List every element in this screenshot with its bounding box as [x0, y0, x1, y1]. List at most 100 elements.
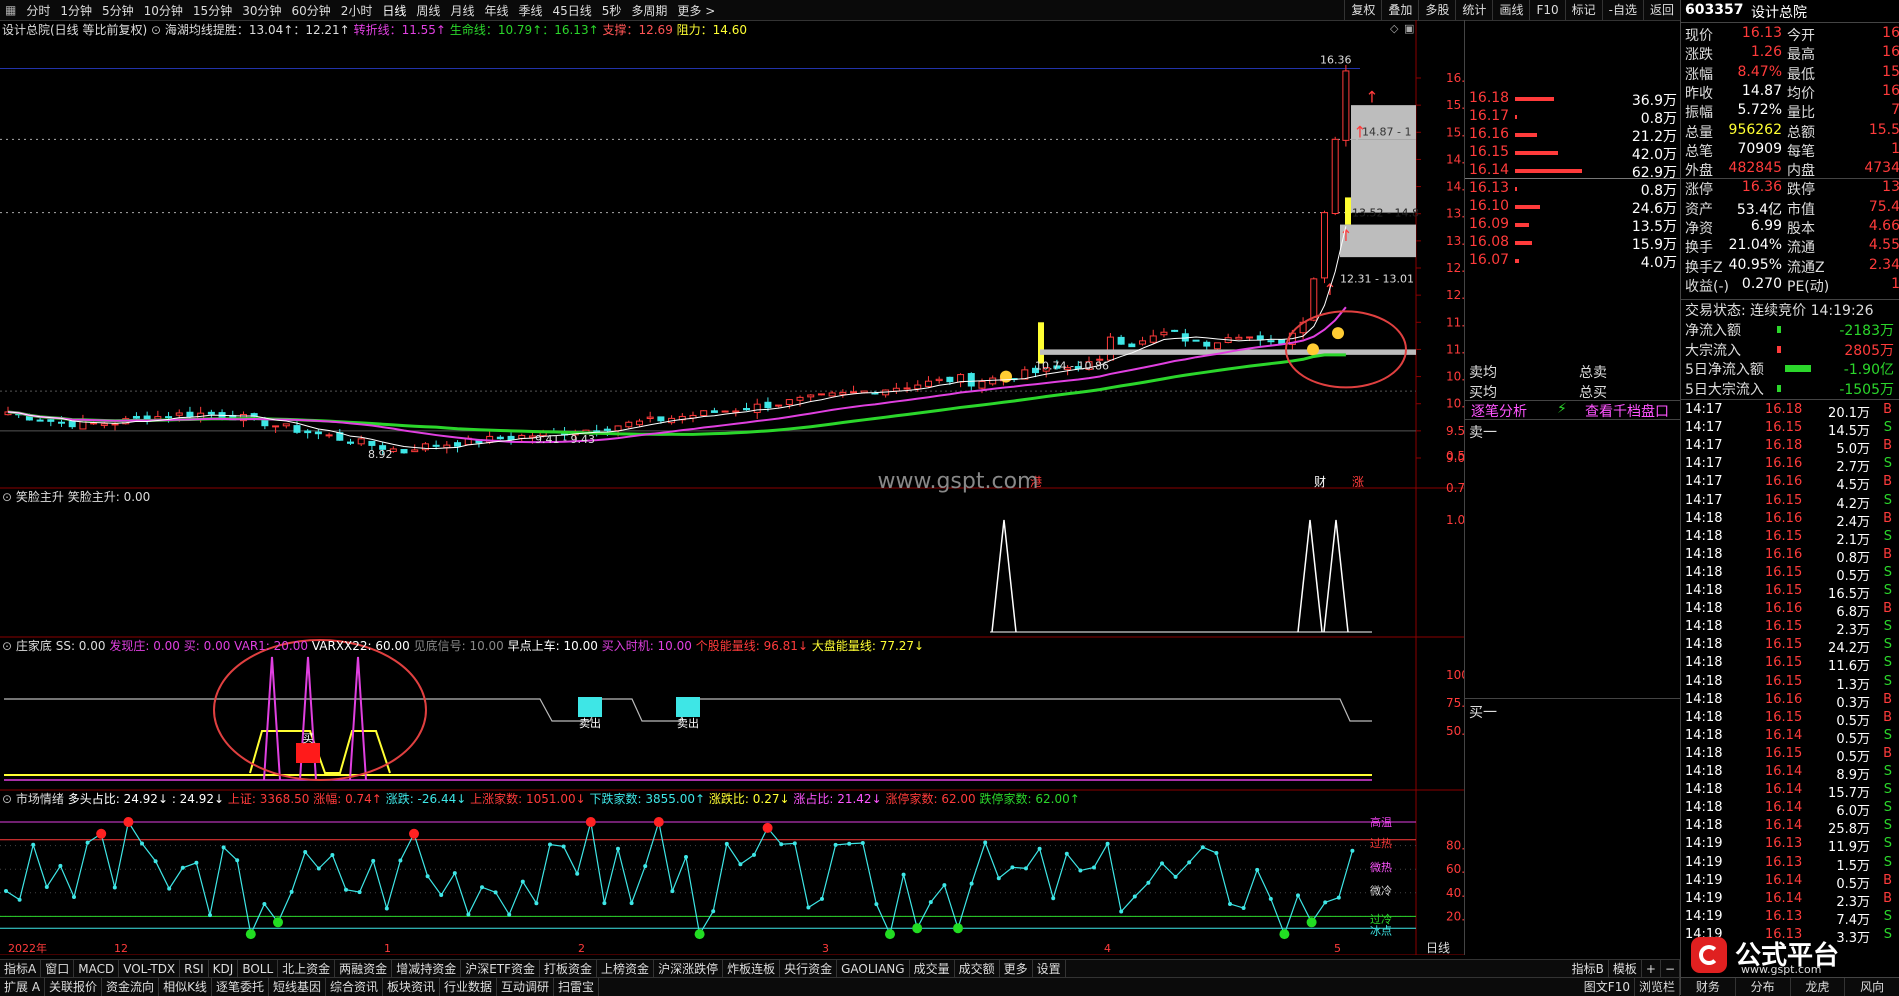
timeframe-16[interactable]: 更多 > — [672, 2, 720, 19]
timeframe-15[interactable]: 多周期 — [626, 2, 672, 19]
tab-tabs1-11[interactable]: 打板资金 — [540, 960, 598, 978]
range-label: 9.41 - 9.43 — [535, 433, 595, 446]
grid-icon[interactable]: ▦ — [0, 3, 21, 17]
tab-tabs1-14[interactable]: 炸板连板 — [723, 960, 781, 978]
order-level[interactable]: 16.15 42.0万 — [1465, 144, 1681, 163]
tab-tabs1-5[interactable]: KDJ — [209, 960, 239, 978]
tool-button-4[interactable]: 画线 — [1492, 0, 1529, 20]
timeframe-5[interactable]: 30分钟 — [237, 2, 286, 19]
right-tab-2[interactable]: 龙虎 — [1791, 978, 1846, 996]
quote-value: 70909 — [1737, 140, 1782, 157]
tab-tabs1-15[interactable]: 央行资金 — [780, 960, 838, 978]
collapse-icon[interactable]: ⊙ — [2, 490, 12, 504]
timeframe-4[interactable]: 15分钟 — [188, 2, 237, 19]
tab-tabs2-4[interactable]: 逐笔委托 — [212, 978, 269, 996]
order-level[interactable]: 16.18 36.9万 — [1465, 90, 1681, 109]
tab-tabs1-3[interactable]: VOL-TDX — [119, 960, 181, 978]
tab-tabs1-19[interactable]: 更多 — [1000, 960, 1033, 978]
tab-tabs1-8[interactable]: 两融资金 — [335, 960, 393, 978]
tab-tabs1-20[interactable]: 设置 — [1033, 960, 1066, 978]
tab-tabs1r-0[interactable]: 指标B — [1568, 960, 1609, 978]
qingxu-point — [1037, 846, 1042, 851]
tool-button-0[interactable]: 复权 — [1344, 0, 1381, 20]
timeframe-13[interactable]: 45日线 — [547, 2, 596, 19]
tool-button-8[interactable]: 返回 — [1642, 0, 1680, 20]
tab-tabs2-6[interactable]: 综合资讯 — [326, 978, 383, 996]
tab-tabs2-5[interactable]: 短线基因 — [269, 978, 326, 996]
tab-tabs2-10[interactable]: 扫雷宝 — [554, 978, 600, 996]
right-bottom-tabs: 财务 分布 龙虎 风向 — [1681, 977, 1899, 996]
tab-tabs1r-1[interactable]: 模板 — [1609, 960, 1642, 978]
tab-tabs1-13[interactable]: 沪深涨跌停 — [654, 960, 724, 978]
tab-tabs1-7[interactable]: 北上资金 — [278, 960, 336, 978]
order-level[interactable]: 16.09 13.5万 — [1465, 216, 1681, 235]
tab-tabs2r-1[interactable]: 浏览栏 — [1635, 978, 1680, 996]
order-level[interactable]: 16.10 24.6万 — [1465, 198, 1681, 217]
order-level[interactable]: 16.13 0.8万 — [1465, 180, 1681, 199]
trade-time: 14:18 — [1685, 727, 1723, 743]
tab-tabs2-7[interactable]: 板块资讯 — [383, 978, 440, 996]
order-level[interactable]: 16.08 15.9万 — [1465, 234, 1681, 253]
tab-tabs2-1[interactable]: 关联报价 — [45, 978, 103, 996]
timeframe-2[interactable]: 5分钟 — [97, 2, 139, 19]
timeframe-9[interactable]: 周线 — [411, 2, 445, 19]
right-tab-3[interactable]: 风向 — [1845, 978, 1899, 996]
timeframe-6[interactable]: 60分钟 — [286, 2, 335, 19]
tab-tabs1-9[interactable]: 增减持资金 — [392, 960, 462, 978]
right-tab-0[interactable]: 财务 — [1681, 978, 1736, 996]
tab-tabs1-0[interactable]: 指标A — [0, 960, 42, 978]
order-level[interactable]: 16.16 21.2万 — [1465, 126, 1681, 145]
qingxu-point — [507, 912, 512, 917]
timeframe-8[interactable]: 日线 — [377, 2, 411, 19]
tab-tabs2r-0[interactable]: 图文F10 — [1580, 978, 1635, 996]
timeframe-7[interactable]: 2小时 — [336, 2, 378, 19]
candle-body — [710, 410, 718, 413]
tab-tabs2-0[interactable]: 扩展 A — [0, 978, 46, 996]
tab-tabs2-2[interactable]: 资金流向 — [102, 978, 160, 996]
tab-tabs1-12[interactable]: 上榜资金 — [597, 960, 655, 978]
tool-button-7[interactable]: -自选 — [1601, 0, 1643, 20]
candle-body — [207, 411, 215, 415]
low-label: 8.92 — [368, 448, 393, 461]
collapse-icon[interactable]: ⊙ — [2, 792, 12, 806]
tab-tabs2-3[interactable]: 相似K线 — [159, 978, 212, 996]
right-tab-1[interactable]: 分布 — [1736, 978, 1791, 996]
timeframe-14[interactable]: 5秒 — [597, 2, 627, 19]
collapse-icon[interactable]: ⊙ — [151, 23, 161, 37]
order-level[interactable]: 16.17 0.8万 — [1465, 108, 1681, 127]
kline-chart[interactable]: 16.00 15.50 15.00 14.50 14.00 13.50 13.00 12.50… — [0, 20, 1464, 955]
tab-tabs1-16[interactable]: GAOLIANG — [837, 960, 910, 978]
qiandang-link[interactable]: 查看千档盘口 — [1585, 401, 1669, 421]
tab-tabs1-17[interactable]: 成交量 — [910, 960, 955, 978]
tool-button-3[interactable]: 统计 — [1455, 0, 1492, 20]
tab-tabs1-1[interactable]: 窗口 — [41, 960, 75, 978]
qingxu-point — [1350, 848, 1355, 853]
trade-time: 14:18 — [1685, 564, 1723, 580]
tab-tabs1-4[interactable]: RSI — [180, 960, 209, 978]
zhubi-analysis-link[interactable]: 逐笔分析 — [1471, 401, 1527, 421]
tab-tabs1r-3[interactable]: − — [1661, 960, 1680, 978]
timeframe-12[interactable]: 季线 — [513, 2, 547, 19]
tool-button-5[interactable]: F10 — [1529, 0, 1564, 20]
tab-tabs2-8[interactable]: 行业数据 — [440, 978, 498, 996]
tab-tabs1-18[interactable]: 成交额 — [955, 960, 1000, 978]
tab-tabs1-10[interactable]: 沪深ETF资金 — [461, 960, 541, 978]
collapse-icon[interactable]: ⊙ — [2, 639, 12, 653]
timeframe-11[interactable]: 年线 — [479, 2, 513, 19]
timeframe-10[interactable]: 月线 — [445, 2, 479, 19]
tool-button-2[interactable]: 多股 — [1418, 0, 1455, 20]
tool-button-6[interactable]: 标记 — [1564, 0, 1602, 20]
tab-tabs2-9[interactable]: 互动调研 — [497, 978, 555, 996]
flow-bar — [1777, 326, 1781, 333]
tab-tabs1r-2[interactable]: + — [1642, 960, 1661, 978]
tool-button-1[interactable]: 叠加 — [1381, 0, 1418, 20]
timeframe-1[interactable]: 1分钟 — [55, 2, 97, 19]
qingxu-zhangdie: 涨跌: -26.44↓ — [385, 792, 467, 806]
tab-tabs1-2[interactable]: MACD — [74, 960, 120, 978]
order-level[interactable]: 16.07 4.0万 — [1465, 252, 1681, 271]
trade-time: 14:18 — [1685, 655, 1723, 671]
timeframe-3[interactable]: 10分钟 — [139, 2, 188, 19]
timeframe-0[interactable]: 分时 — [21, 2, 55, 19]
candle-body — [507, 435, 515, 441]
tab-tabs1-6[interactable]: BOLL — [238, 960, 279, 978]
